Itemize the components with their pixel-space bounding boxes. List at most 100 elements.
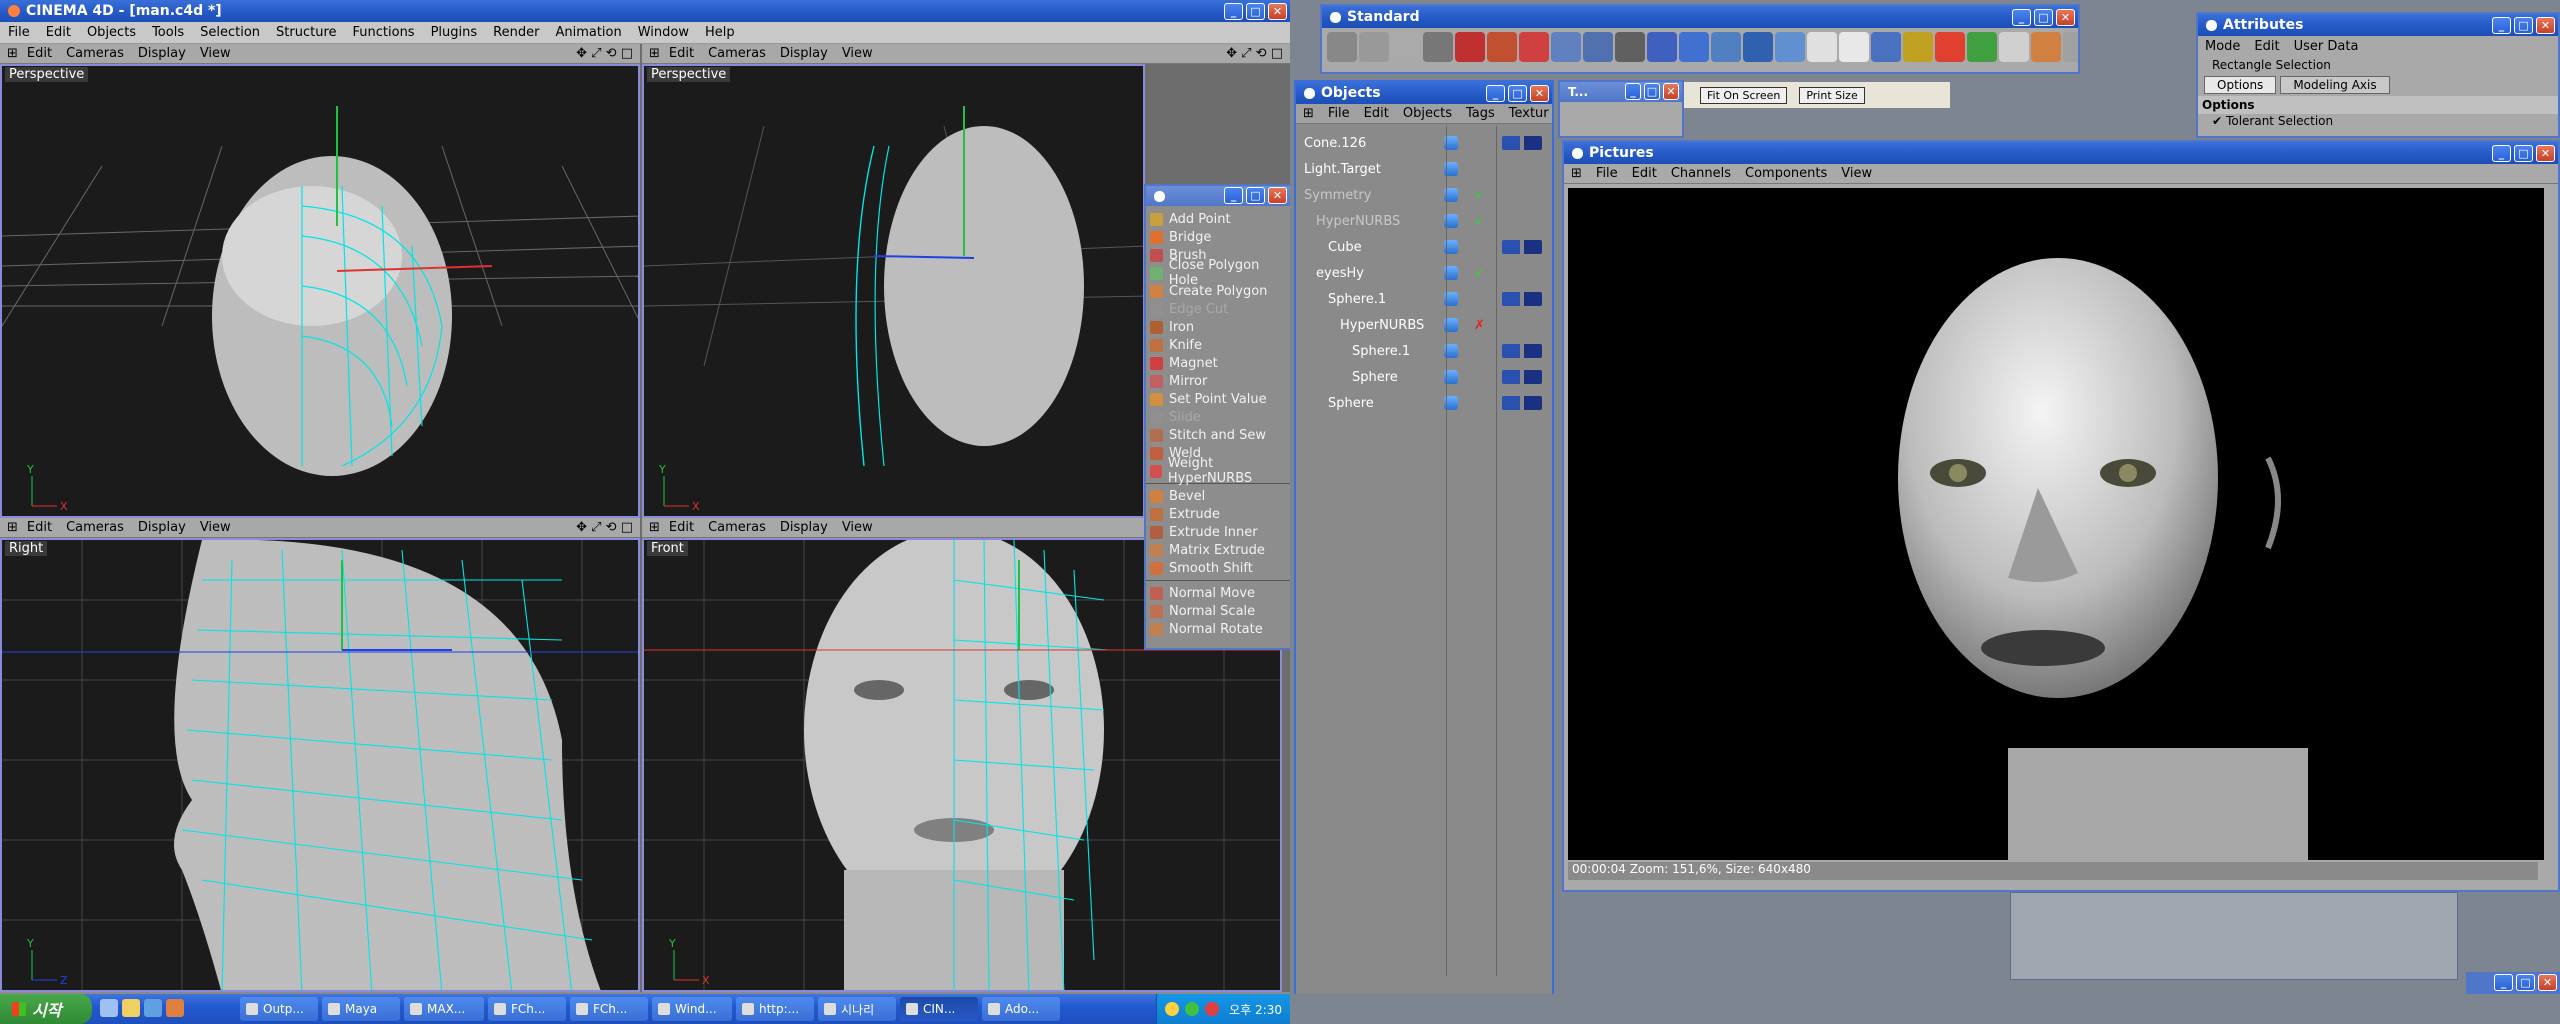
tool-smooth-shift[interactable]: Smooth Shift	[1146, 559, 1290, 577]
standard-tool-icon[interactable]	[1583, 32, 1613, 62]
standard-tool-icon[interactable]	[1519, 32, 1549, 62]
close-button[interactable]: ✕	[2538, 974, 2557, 991]
standard-tool-icon[interactable]	[1935, 32, 1965, 62]
standard-titlebar[interactable]: Standard _ □ ✕	[1322, 6, 2078, 28]
minimize-button[interactable]: _	[2492, 145, 2511, 162]
pictures-menu-components[interactable]: Components	[1738, 166, 1834, 181]
object-tag-icons[interactable]	[1502, 292, 1542, 306]
menu-item-objects[interactable]: Objects	[79, 25, 144, 40]
standard-tool-icon[interactable]	[1871, 32, 1901, 62]
standard-tool-icon[interactable]	[1743, 32, 1773, 62]
viewport-menu-edit[interactable]: Edit	[20, 46, 59, 61]
objects-menu-objects[interactable]: Objects	[1396, 106, 1459, 121]
quick-launch-icon[interactable]	[122, 999, 140, 1017]
menu-item-render[interactable]: Render	[485, 25, 547, 40]
viewport-menu-icon[interactable]: ⊞	[642, 520, 662, 535]
object-row[interactable]: Symmetry ✓	[1296, 182, 1552, 208]
main-titlebar[interactable]: CINEMA 4D - [man.c4d *] _ □ ✕	[0, 0, 1290, 22]
menu-item-tools[interactable]: Tools	[144, 25, 192, 40]
minimize-button[interactable]: _	[2492, 17, 2511, 34]
tool-slide[interactable]: Slide	[1146, 408, 1290, 426]
object-tag-icons[interactable]	[1502, 136, 1542, 150]
object-enable-toggle[interactable]: ✓	[1474, 266, 1485, 281]
attributes-tab-options[interactable]: Options	[2204, 76, 2277, 94]
close-button[interactable]: ✕	[2536, 145, 2555, 162]
pictures-menu-view[interactable]: View	[1834, 166, 1879, 181]
object-tag-icons[interactable]	[1502, 240, 1542, 254]
tool-extrude-inner[interactable]: Extrude Inner	[1146, 523, 1290, 541]
viewport-nav-icons[interactable]: ✥ ⤢ ⟲ □	[569, 46, 640, 61]
viewport-menu-display[interactable]: Display	[773, 520, 835, 535]
print-size-button[interactable]: Print Size	[1799, 86, 1865, 104]
viewport-menu-display[interactable]: Display	[773, 46, 835, 61]
standard-tool-icon[interactable]	[1423, 32, 1453, 62]
viewport-menu-display[interactable]: Display	[131, 46, 193, 61]
tool-knife[interactable]: Knife	[1146, 336, 1290, 354]
attributes-menu-user-data[interactable]: User Data	[2287, 39, 2366, 54]
attributes-menu-edit[interactable]: Edit	[2247, 39, 2286, 54]
taskbar-button[interactable]: FCh...	[488, 997, 566, 1021]
objects-menu-file[interactable]: File	[1321, 106, 1357, 121]
taskbar-button[interactable]: Maya	[322, 997, 400, 1021]
standard-tool-icon[interactable]	[2063, 32, 2078, 62]
standard-tool-icon[interactable]	[1807, 32, 1837, 62]
minimize-button[interactable]: _	[1224, 3, 1243, 20]
taskbar-button[interactable]: Ado...	[982, 997, 1060, 1021]
tool-add-point[interactable]: Add Point	[1146, 210, 1290, 228]
standard-tool-icon[interactable]	[1615, 32, 1645, 62]
tool-extrude[interactable]: Extrude	[1146, 505, 1290, 523]
standard-tool-icon[interactable]	[1967, 32, 1997, 62]
start-button[interactable]: 시작	[0, 994, 92, 1024]
object-row[interactable]: Sphere	[1296, 390, 1552, 416]
close-button[interactable]: ✕	[1268, 3, 1287, 20]
maximize-button[interactable]: □	[1246, 187, 1265, 204]
viewport-menu-view[interactable]: View	[835, 520, 880, 535]
object-row[interactable]: HyperNURBS ✗	[1296, 312, 1552, 338]
standard-tool-icon[interactable]	[1903, 32, 1933, 62]
standard-tool-icon[interactable]	[1487, 32, 1517, 62]
maximize-button[interactable]: □	[1246, 3, 1265, 20]
taskbar-button[interactable]: http:...	[736, 997, 814, 1021]
standard-tool-icon[interactable]	[1391, 32, 1421, 62]
taskbar-button[interactable]: FCh...	[570, 997, 648, 1021]
tolerant-selection-option[interactable]: ✔ Tolerant Selection	[2198, 114, 2558, 128]
standard-tool-icon[interactable]	[1327, 32, 1357, 62]
maximize-button[interactable]: □	[2034, 9, 2053, 26]
taskbar-button[interactable]: Wind...	[652, 997, 732, 1021]
object-row[interactable]: Cone.126	[1296, 130, 1552, 156]
pictures-menu-icon[interactable]: ⊞	[1564, 166, 1589, 181]
minimize-button[interactable]: _	[1486, 85, 1505, 102]
viewport-menu-icon[interactable]: ⊞	[642, 46, 662, 61]
viewport-menu-view[interactable]: View	[193, 520, 238, 535]
viewport-menu-view[interactable]: View	[193, 46, 238, 61]
minimize-button[interactable]: _	[2012, 9, 2031, 26]
quick-launch-icon[interactable]	[100, 999, 118, 1017]
small-titlebar[interactable]: T... _ □ ✕	[1560, 82, 1682, 102]
taskbar-button[interactable]: MAX...	[404, 997, 484, 1021]
tool-set-point-value[interactable]: Set Point Value	[1146, 390, 1290, 408]
tray-icon[interactable]	[1165, 1002, 1180, 1016]
menu-item-file[interactable]: File	[0, 25, 38, 40]
viewport-menu-cameras[interactable]: Cameras	[701, 520, 773, 535]
objects-titlebar[interactable]: Objects _ □ ✕	[1296, 82, 1552, 104]
viewport-menu-view[interactable]: View	[835, 46, 880, 61]
viewport-menu-edit[interactable]: Edit	[20, 520, 59, 535]
viewport-menu-edit[interactable]: Edit	[662, 520, 701, 535]
picture-canvas[interactable]	[1568, 188, 2544, 860]
viewport-nav-icons[interactable]: ✥ ⤢ ⟲ □	[569, 520, 640, 535]
menu-item-plugins[interactable]: Plugins	[423, 25, 486, 40]
maximize-button[interactable]: □	[2514, 145, 2533, 162]
pictures-menu-file[interactable]: File	[1589, 166, 1625, 181]
tool-matrix-extrude[interactable]: Matrix Extrude	[1146, 541, 1290, 559]
tool-magnet[interactable]: Magnet	[1146, 354, 1290, 372]
objects-menu-icon[interactable]: ⊞	[1296, 106, 1321, 121]
close-button[interactable]: ✕	[1268, 187, 1287, 204]
object-row[interactable]: Sphere.1	[1296, 286, 1552, 312]
menu-item-functions[interactable]: Functions	[345, 25, 423, 40]
menu-item-animation[interactable]: Animation	[547, 25, 629, 40]
pictures-menu-channels[interactable]: Channels	[1664, 166, 1738, 181]
object-row[interactable]: Sphere	[1296, 364, 1552, 390]
object-tag-icons[interactable]	[1502, 370, 1542, 384]
maximize-button[interactable]: □	[2516, 974, 2535, 991]
object-row[interactable]: Sphere.1	[1296, 338, 1552, 364]
